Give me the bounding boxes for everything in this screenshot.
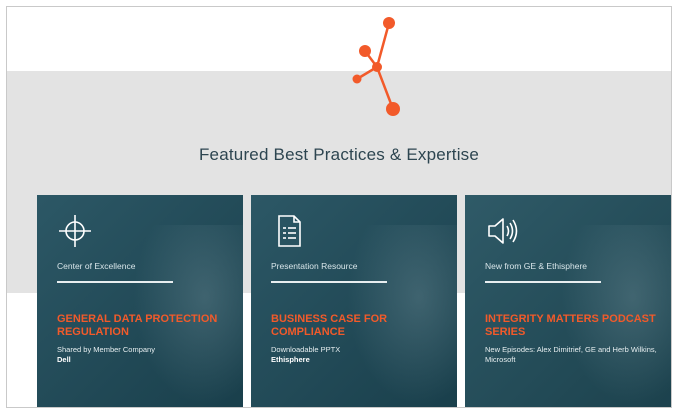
card-podcast-series[interactable]: New from GE & Ethisphere INTEGRITY MATTE…	[465, 195, 671, 407]
crosshair-icon	[59, 215, 91, 247]
card-description: Shared by Member Company Dell	[57, 345, 233, 365]
page-frame: Featured Best Practices & Expertise Cent…	[6, 6, 672, 408]
section-heading: Featured Best Practices & Expertise	[198, 145, 480, 164]
card-desc-strong: Ethisphere	[271, 355, 310, 364]
card-title[interactable]: INTEGRITY MATTERS PODCAST SERIES	[485, 313, 665, 339]
card-divider	[57, 281, 173, 283]
card-desc-line: Downloadable PPTX	[271, 345, 341, 354]
card-desc-line: Shared by Member Company	[57, 345, 155, 354]
card-label: Presentation Resource	[271, 261, 358, 271]
card-divider	[271, 281, 387, 283]
card-desc-line: New Episodes: Alex Dimitrief, GE and Her…	[485, 345, 657, 364]
speaker-icon	[488, 218, 518, 244]
molecule-logo-icon	[352, 17, 400, 116]
card-description: New Episodes: Alex Dimitrief, GE and Her…	[485, 345, 661, 365]
card-label: New from GE & Ethisphere	[485, 261, 588, 271]
card-divider	[485, 281, 601, 283]
card-presentation-resource[interactable]: Presentation Resource BUSINESS CASE FOR …	[251, 195, 457, 407]
card-desc-strong: Dell	[57, 355, 71, 364]
card-label: Center of Excellence	[57, 261, 136, 271]
card-title[interactable]: BUSINESS CASE FOR COMPLIANCE	[271, 313, 451, 339]
document-icon	[278, 215, 301, 247]
card-center-of-excellence[interactable]: Center of Excellence GENERAL DATA PROTEC…	[37, 195, 243, 407]
card-title[interactable]: GENERAL DATA PROTECTION REGULATION	[57, 313, 237, 339]
card-description: Downloadable PPTX Ethisphere	[271, 345, 447, 365]
